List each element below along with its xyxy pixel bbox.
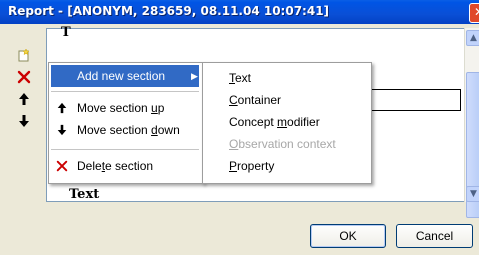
report-dialog: Report - [ANONYM, 283659, 08.11.04 10:07… <box>0 0 479 255</box>
label-accelerator: m <box>277 115 288 129</box>
new-section-icon <box>18 48 30 62</box>
menu-item-label: Concept modifier <box>229 111 320 133</box>
label-part: Dele <box>77 159 102 173</box>
menu-item-label: Add new section <box>77 69 166 83</box>
cancel-button[interactable]: Cancel <box>396 224 473 248</box>
label-part: bservation context <box>238 137 336 151</box>
label-accelerator: d <box>151 123 158 137</box>
section-text[interactable]: Text <box>69 187 99 202</box>
menu-item-label: Move section up <box>77 97 164 119</box>
menu-item-move-section-up[interactable]: Move section up <box>51 97 199 119</box>
title-bar[interactable]: Report - [ANONYM, 283659, 08.11.04 10:07… <box>0 0 479 24</box>
menu-item-delete-section[interactable]: Delete section <box>51 155 199 177</box>
label-part: Concept <box>229 115 278 129</box>
label-part: odifier <box>287 115 320 129</box>
submenu-item-property[interactable]: Property <box>205 155 367 177</box>
menu-item-label: Observation context <box>229 133 336 155</box>
delete-icon <box>17 70 31 84</box>
add-section-tool[interactable] <box>6 44 42 66</box>
label-part: ontainer <box>237 93 282 107</box>
label-part: Move section <box>77 123 152 137</box>
arrow-up-icon <box>19 93 29 105</box>
label-accelerator: O <box>229 137 239 151</box>
add-section-submenu: Text Container Concept modifier Observat… <box>202 62 372 184</box>
scroll-down-button[interactable]: ▼ <box>466 186 479 202</box>
scroll-up-button[interactable]: ▲ <box>466 30 479 46</box>
menu-item-label: Delete section <box>77 155 153 177</box>
menu-item-label: Text <box>229 67 251 89</box>
delete-icon <box>55 159 69 173</box>
label-accelerator: P <box>229 159 238 173</box>
context-menu: Add new section ▶ Move section up Move s… <box>48 62 204 184</box>
label-part: Move section <box>77 101 152 115</box>
section-text-partial[interactable]: T <box>61 25 71 40</box>
label-accelerator: C <box>229 93 238 107</box>
arrow-down-icon <box>55 123 69 137</box>
submenu-item-concept-modifier[interactable]: Concept modifier <box>205 111 367 133</box>
label-part: e section <box>105 159 154 173</box>
delete-section-tool[interactable] <box>6 66 42 88</box>
submenu-item-observation-context: Observation context <box>205 133 367 155</box>
ok-button[interactable]: OK <box>310 224 386 248</box>
close-button[interactable]: ✕ <box>469 3 479 23</box>
move-down-tool[interactable] <box>6 110 42 132</box>
menu-separator <box>51 91 199 92</box>
vertical-scrollbar[interactable]: ▲ ▼ <box>464 28 479 218</box>
arrow-down-icon <box>19 115 29 127</box>
menu-item-move-section-down[interactable]: Move section down <box>51 119 199 141</box>
menu-item-label: Container <box>229 89 281 111</box>
label-accelerator: u <box>151 101 158 115</box>
container-box[interactable] <box>367 89 461 111</box>
menu-separator <box>51 149 199 150</box>
submenu-arrow-icon: ▶ <box>191 71 198 81</box>
submenu-item-container[interactable]: Container <box>205 89 367 111</box>
label-part: own <box>157 123 180 137</box>
arrow-up-icon <box>55 101 69 115</box>
menu-item-label: Move section down <box>77 119 180 141</box>
window-title: Report - [ANONYM, 283659, 08.11.04 10:07… <box>8 4 330 18</box>
menu-item-label: Property <box>229 155 274 177</box>
label-part: p <box>157 101 165 115</box>
menu-item-add-new-section[interactable]: Add new section ▶ <box>51 65 199 87</box>
label-part: ext <box>235 71 252 85</box>
section-toolbar <box>6 44 42 194</box>
move-up-tool[interactable] <box>6 88 42 110</box>
submenu-item-text[interactable]: Text <box>205 67 367 89</box>
label-part: roperty <box>237 159 275 173</box>
